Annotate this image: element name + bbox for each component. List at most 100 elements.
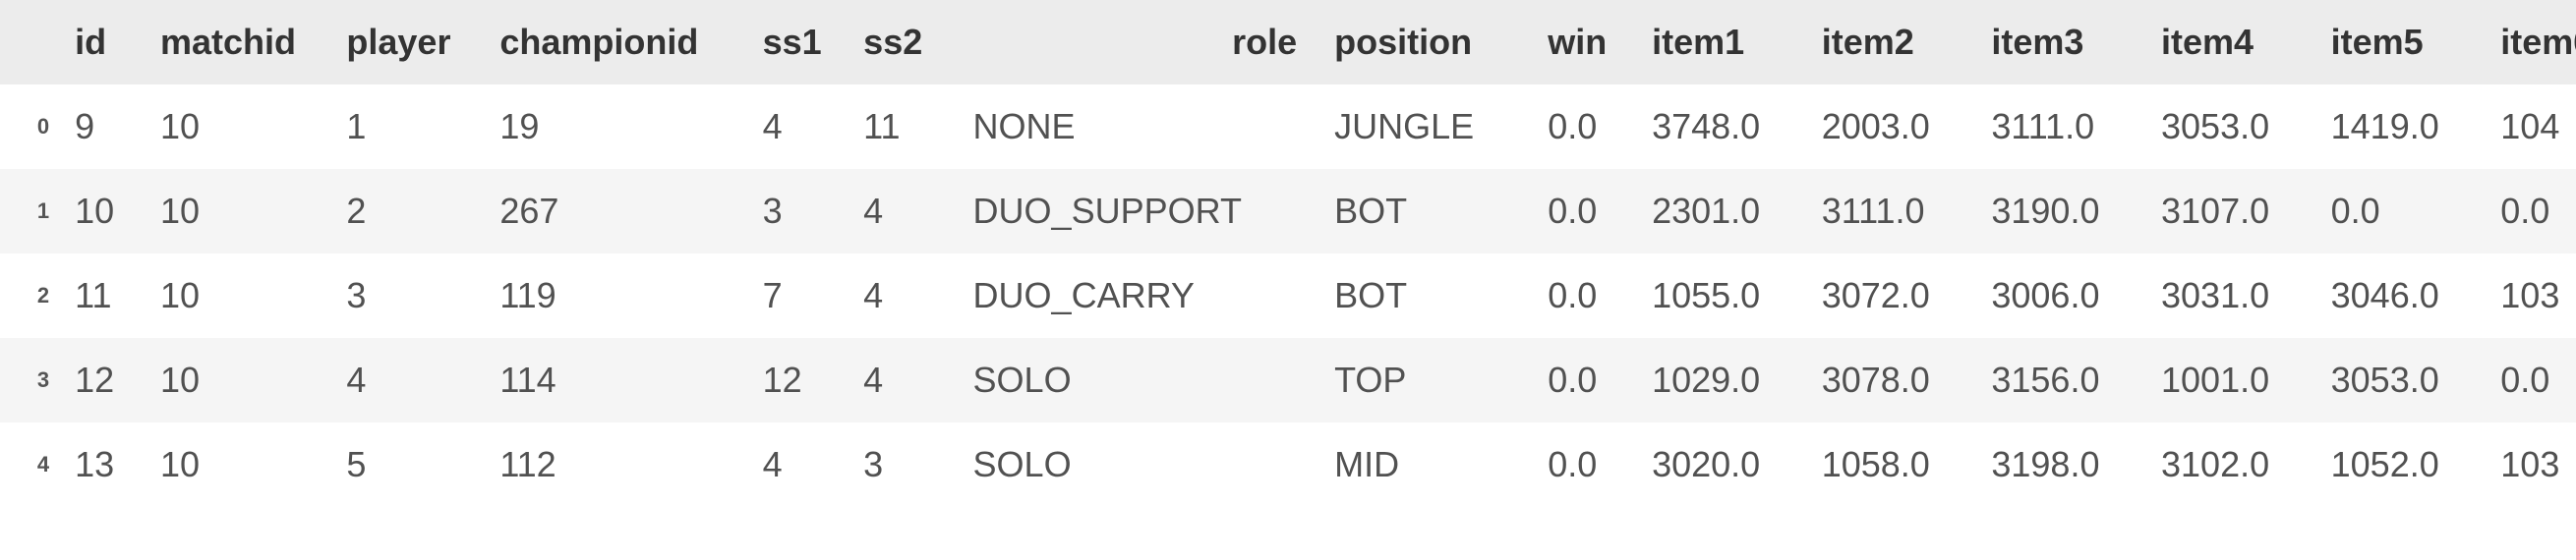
cell-win: 0.0 [1532, 253, 1636, 338]
cell-item5: 0.0 [2315, 169, 2486, 253]
cell-item1: 2301.0 [1636, 169, 1806, 253]
cell-matchid: 10 [145, 338, 330, 422]
cell-item3: 3198.0 [1975, 422, 2145, 507]
table-row: 2 11 10 3 119 7 4 DUO_CARRY BOT 0.0 1055… [0, 253, 2576, 338]
row-index: 2 [0, 253, 59, 338]
table-row: 1 10 10 2 267 3 4 DUO_SUPPORT BOT 0.0 23… [0, 169, 2576, 253]
table-body: 0 9 10 1 19 4 11 NONE JUNGLE 0.0 3748.0 … [0, 84, 2576, 507]
header-championid: championid [484, 0, 746, 84]
cell-ss1: 3 [747, 169, 849, 253]
cell-item6: 104 [2485, 84, 2576, 169]
row-index: 3 [0, 338, 59, 422]
cell-item6: 103 [2485, 422, 2576, 507]
cell-item4: 3053.0 [2145, 84, 2315, 169]
header-position: position [1318, 0, 1532, 84]
cell-item6: 0.0 [2485, 338, 2576, 422]
cell-championid: 112 [484, 422, 746, 507]
table-row: 0 9 10 1 19 4 11 NONE JUNGLE 0.0 3748.0 … [0, 84, 2576, 169]
cell-id: 9 [59, 84, 145, 169]
cell-item5: 1419.0 [2315, 84, 2486, 169]
header-matchid: matchid [145, 0, 330, 84]
header-item6: item6 [2485, 0, 2576, 84]
header-ss1: ss1 [747, 0, 849, 84]
cell-win: 0.0 [1532, 169, 1636, 253]
header-role: role [958, 0, 1319, 84]
header-win: win [1532, 0, 1636, 84]
cell-win: 0.0 [1532, 84, 1636, 169]
cell-id: 13 [59, 422, 145, 507]
cell-championid: 114 [484, 338, 746, 422]
cell-matchid: 10 [145, 169, 330, 253]
header-id: id [59, 0, 145, 84]
cell-player: 4 [330, 338, 484, 422]
cell-role: SOLO [958, 422, 1319, 507]
cell-matchid: 10 [145, 84, 330, 169]
cell-item3: 3006.0 [1975, 253, 2145, 338]
cell-item4: 3031.0 [2145, 253, 2315, 338]
cell-id: 11 [59, 253, 145, 338]
table-row: 4 13 10 5 112 4 3 SOLO MID 0.0 3020.0 10… [0, 422, 2576, 507]
cell-ss2: 11 [848, 84, 957, 169]
cell-championid: 19 [484, 84, 746, 169]
cell-player: 5 [330, 422, 484, 507]
header-index [0, 0, 59, 84]
table-row: 3 12 10 4 114 12 4 SOLO TOP 0.0 1029.0 3… [0, 338, 2576, 422]
cell-item2: 3078.0 [1806, 338, 1976, 422]
header-item5: item5 [2315, 0, 2486, 84]
cell-item2: 3111.0 [1806, 169, 1976, 253]
cell-item3: 3111.0 [1975, 84, 2145, 169]
cell-ss2: 3 [848, 422, 957, 507]
cell-role: DUO_SUPPORT [958, 169, 1319, 253]
dataframe-table: id matchid player championid ss1 ss2 rol… [0, 0, 2576, 507]
cell-position: BOT [1318, 169, 1532, 253]
cell-championid: 267 [484, 169, 746, 253]
cell-role: SOLO [958, 338, 1319, 422]
cell-item2: 1058.0 [1806, 422, 1976, 507]
cell-item1: 1055.0 [1636, 253, 1806, 338]
cell-item4: 3107.0 [2145, 169, 2315, 253]
cell-player: 3 [330, 253, 484, 338]
header-row: id matchid player championid ss1 ss2 rol… [0, 0, 2576, 84]
cell-matchid: 10 [145, 422, 330, 507]
cell-position: TOP [1318, 338, 1532, 422]
cell-item1: 1029.0 [1636, 338, 1806, 422]
cell-championid: 119 [484, 253, 746, 338]
cell-ss2: 4 [848, 169, 957, 253]
cell-position: BOT [1318, 253, 1532, 338]
cell-item5: 3046.0 [2315, 253, 2486, 338]
row-index: 1 [0, 169, 59, 253]
cell-item4: 3102.0 [2145, 422, 2315, 507]
header-item2: item2 [1806, 0, 1976, 84]
cell-ss1: 12 [747, 338, 849, 422]
cell-role: NONE [958, 84, 1319, 169]
cell-ss2: 4 [848, 253, 957, 338]
cell-position: MID [1318, 422, 1532, 507]
cell-item1: 3020.0 [1636, 422, 1806, 507]
cell-win: 0.0 [1532, 338, 1636, 422]
cell-ss2: 4 [848, 338, 957, 422]
cell-item5: 3053.0 [2315, 338, 2486, 422]
cell-id: 10 [59, 169, 145, 253]
cell-item2: 2003.0 [1806, 84, 1976, 169]
cell-item6: 103 [2485, 253, 2576, 338]
cell-item6: 0.0 [2485, 169, 2576, 253]
cell-item5: 1052.0 [2315, 422, 2486, 507]
cell-ss1: 7 [747, 253, 849, 338]
cell-id: 12 [59, 338, 145, 422]
header-item1: item1 [1636, 0, 1806, 84]
dataframe-table-container: id matchid player championid ss1 ss2 rol… [0, 0, 2576, 507]
header-item4: item4 [2145, 0, 2315, 84]
cell-item1: 3748.0 [1636, 84, 1806, 169]
header-player: player [330, 0, 484, 84]
row-index: 0 [0, 84, 59, 169]
cell-player: 1 [330, 84, 484, 169]
cell-item4: 1001.0 [2145, 338, 2315, 422]
cell-item3: 3156.0 [1975, 338, 2145, 422]
cell-ss1: 4 [747, 84, 849, 169]
cell-ss1: 4 [747, 422, 849, 507]
header-ss2: ss2 [848, 0, 957, 84]
cell-role: DUO_CARRY [958, 253, 1319, 338]
cell-player: 2 [330, 169, 484, 253]
cell-item3: 3190.0 [1975, 169, 2145, 253]
cell-position: JUNGLE [1318, 84, 1532, 169]
